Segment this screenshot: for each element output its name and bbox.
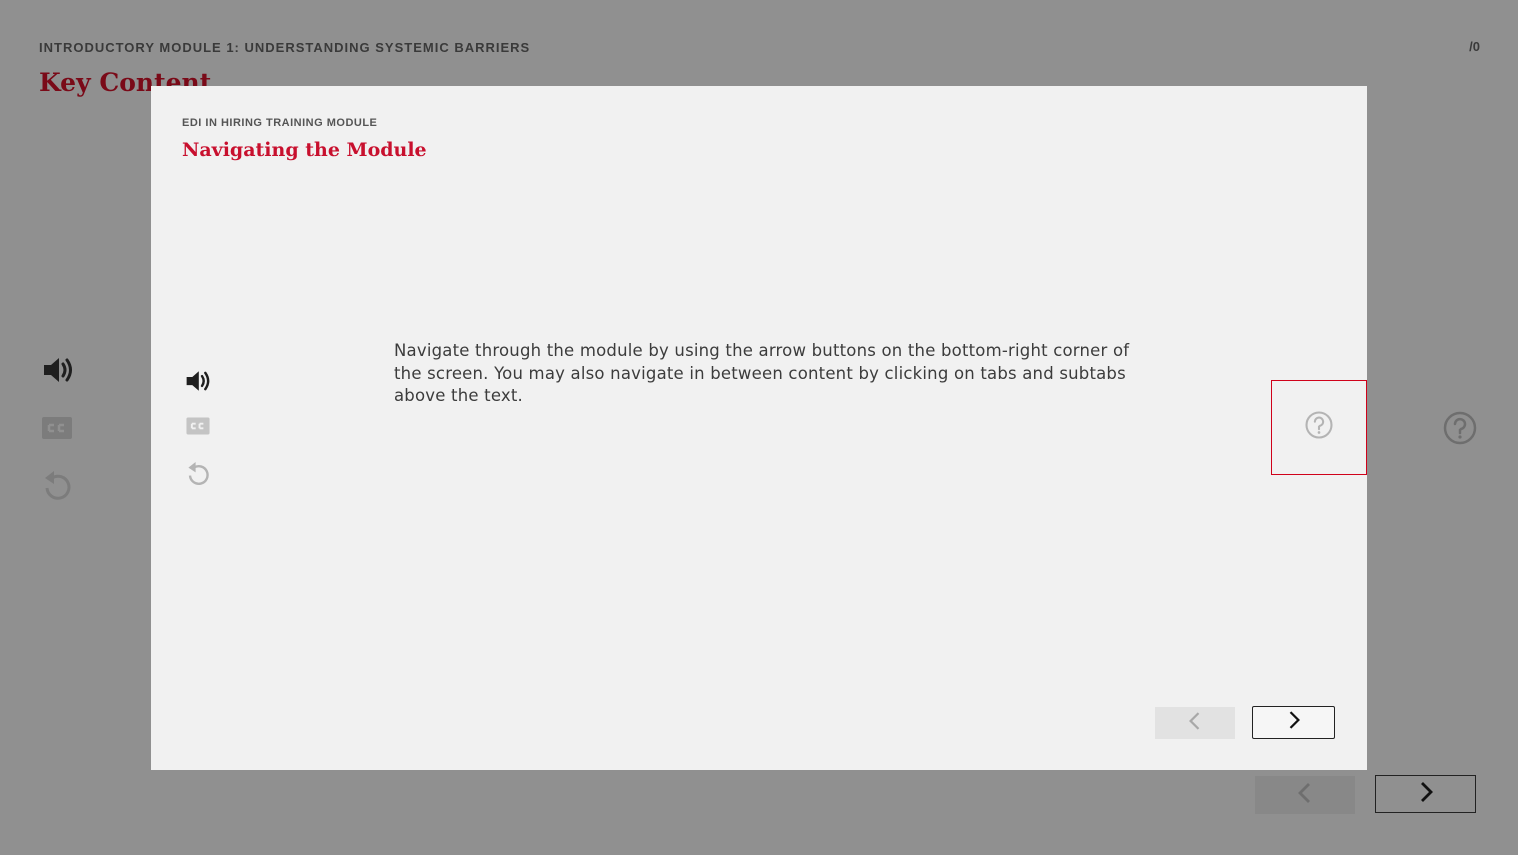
chevron-left-icon [1188, 711, 1202, 736]
closed-captions-icon[interactable] [40, 414, 74, 442]
closed-captions-icon[interactable] [184, 415, 212, 437]
module-header: INTRODUCTORY MODULE 1: UNDERSTANDING SYS… [39, 40, 531, 55]
help-icon[interactable] [1440, 408, 1480, 448]
next-button[interactable] [1375, 775, 1476, 813]
chevron-right-icon [1418, 781, 1434, 808]
previous-button[interactable] [1255, 776, 1355, 814]
replay-icon[interactable] [184, 459, 212, 489]
speaker-icon[interactable] [39, 351, 77, 389]
modal-title: Navigating the Module [182, 139, 427, 161]
speaker-icon[interactable] [182, 366, 214, 396]
modal-label: EDI IN HIRING TRAINING MODULE [182, 117, 378, 129]
modal-next-button[interactable] [1252, 706, 1335, 739]
help-modal: EDI IN HIRING TRAINING MODULE Navigating… [151, 86, 1367, 770]
replay-icon[interactable] [40, 468, 74, 504]
help-icon [1304, 410, 1334, 445]
chevron-left-icon [1297, 782, 1313, 809]
modal-previous-button[interactable] [1155, 707, 1235, 739]
chevron-right-icon [1287, 710, 1301, 735]
modal-body-text: Navigate through the module by using the… [394, 341, 1130, 405]
help-button-highlight[interactable] [1271, 380, 1367, 475]
page-counter: /0 [1469, 39, 1480, 54]
